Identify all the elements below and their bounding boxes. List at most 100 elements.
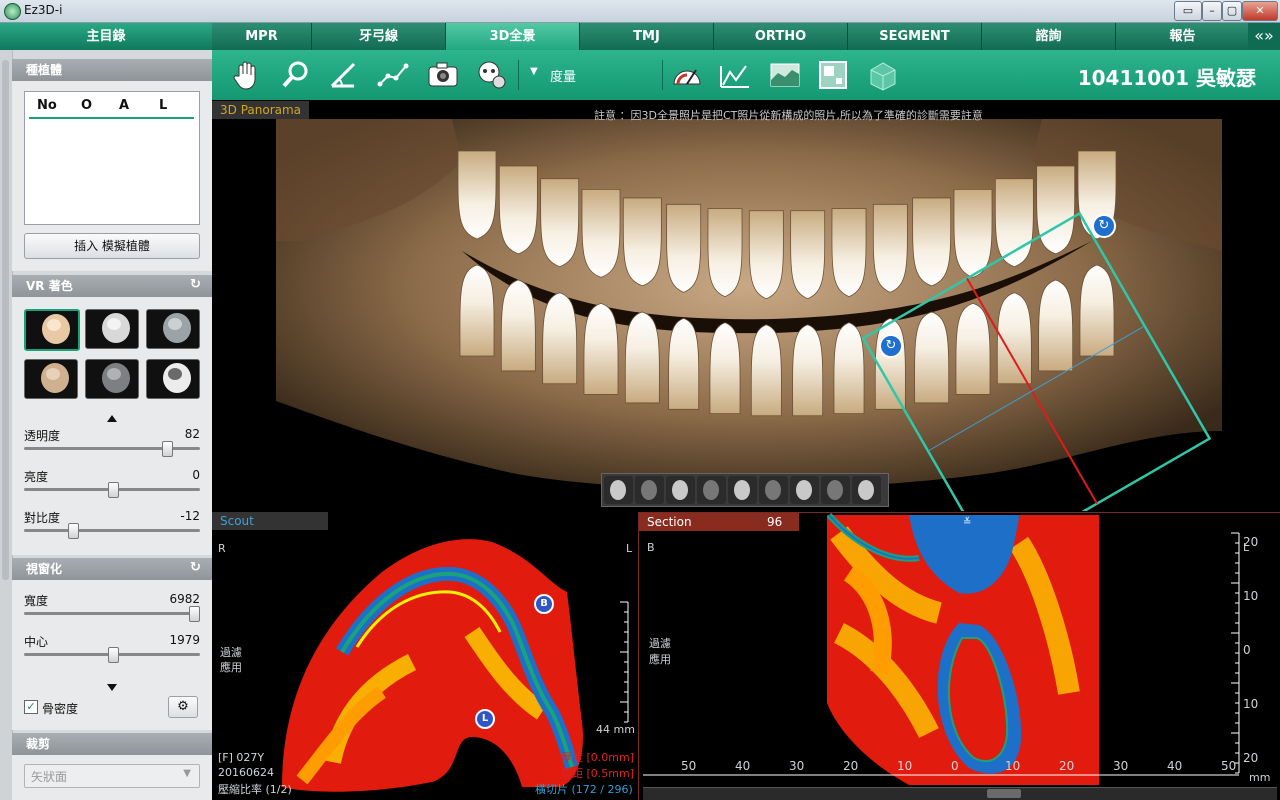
crop-section: 矢狀面 ▼ xyxy=(12,755,212,800)
section-bottom-tick: 40 xyxy=(735,759,751,773)
tab-3d[interactable]: 3D全景 xyxy=(446,23,580,50)
face-left-icon[interactable] xyxy=(635,476,664,504)
rotate-icon[interactable] xyxy=(852,476,881,504)
face-bottom-icon[interactable] xyxy=(821,476,850,504)
slider-handle[interactable] xyxy=(108,482,119,498)
polyline-icon[interactable] xyxy=(376,58,410,92)
minimize-button[interactable]: – xyxy=(1202,1,1222,21)
tab-overflow-icon[interactable]: «» xyxy=(1248,23,1280,50)
vr-preset-skin-gray[interactable] xyxy=(24,359,78,399)
vr-section-title: VR 著色 xyxy=(26,279,73,293)
implant-col-a[interactable]: A xyxy=(119,98,129,113)
bone-density-settings-icon[interactable]: ⚙ xyxy=(168,696,198,718)
scout-marker-l[interactable]: L xyxy=(475,709,495,729)
face-down-icon[interactable] xyxy=(759,476,788,504)
maximize-button[interactable]: ▢ xyxy=(1222,1,1242,21)
slider-track[interactable] xyxy=(24,529,200,532)
section-right-tick: 10 xyxy=(1243,589,1259,603)
measure-dropdown-icon[interactable]: ▼ xyxy=(530,66,538,77)
grid-icon[interactable] xyxy=(816,58,850,92)
scout-filter-1: 過濾 xyxy=(220,646,242,659)
vr-refresh-icon[interactable]: ↻ xyxy=(190,278,202,291)
vr-preset-skin-color[interactable] xyxy=(24,309,80,351)
window-refresh-icon[interactable]: ↻ xyxy=(190,561,202,574)
scout-info-3: 壓縮比率 (1/2) xyxy=(218,783,292,796)
implant-list[interactable]: No O A L xyxy=(24,91,200,225)
scout-info-1: [F] 027Y xyxy=(218,751,265,764)
section-viewport[interactable]: Section 96 B L 過濾 應用 20 10 0 10 20 50 40 30 20 1… xyxy=(638,512,1280,800)
insert-implant-button[interactable]: 插入 模擬植體 xyxy=(24,233,200,259)
angle-icon[interactable] xyxy=(326,58,360,92)
slider-track[interactable] xyxy=(24,447,200,450)
implant-section-header[interactable]: 種植體 xyxy=(12,59,212,81)
tab-ortho[interactable]: ORTHO xyxy=(714,23,848,50)
face-top-icon[interactable] xyxy=(790,476,819,504)
window-section: 寬度 6982 中心 1979 ✓ 骨密度 ⚙ xyxy=(12,580,212,730)
restore-icon[interactable]: ▭ xyxy=(1174,1,1202,21)
section-unit: mm xyxy=(1249,771,1271,784)
crop-plane-value: 矢狀面 xyxy=(31,770,68,784)
title-bar: Ez3D-i ▭ – ▢ ✕ xyxy=(0,0,1280,23)
tab-segment[interactable]: SEGMENT xyxy=(848,23,982,50)
vr-preset-bone-dark[interactable] xyxy=(85,359,139,399)
vr-preset-skull-gear[interactable] xyxy=(146,359,200,399)
profile-icon[interactable] xyxy=(768,58,802,92)
scout-filter-2: 應用 xyxy=(220,661,242,674)
view-orientation-bar xyxy=(601,473,889,507)
section-filter-2: 應用 xyxy=(649,653,671,666)
rotate-handle-bottom-icon[interactable]: ↻ xyxy=(879,334,903,358)
crop-section-header[interactable]: 裁剪 xyxy=(12,733,212,755)
section-label: Section xyxy=(639,513,759,531)
scout-marker-b[interactable]: B xyxy=(534,594,554,614)
tab-6[interactable]: 諮詢 xyxy=(982,23,1116,50)
face-right-icon[interactable] xyxy=(666,476,695,504)
toolbar-divider xyxy=(518,60,519,90)
face-up-icon[interactable] xyxy=(728,476,757,504)
main-menu-header[interactable]: 主目錄 xyxy=(0,23,212,50)
slider-handle[interactable] xyxy=(161,441,173,457)
face-back-icon[interactable] xyxy=(697,476,726,504)
vr-section-header[interactable]: VR 著色 ↻ xyxy=(12,275,212,297)
slider-handle[interactable] xyxy=(67,523,79,539)
tab-tmj[interactable]: TMJ xyxy=(580,23,714,50)
vr-preset-bone-gray[interactable] xyxy=(146,309,200,349)
camera-icon[interactable] xyxy=(426,58,460,92)
left-panel: 主目錄 種植體 No O A L 插入 模擬植體 VR 著色 ↻ 透明度 82 亮度… xyxy=(0,23,212,800)
section-image xyxy=(643,513,1240,785)
left-panel-scroll-thumb[interactable] xyxy=(2,60,9,580)
panorama-viewport[interactable]: 3D Panorama 註意 ：因3D全景照片是把CT照片從新構成的照片,所以為… xyxy=(212,101,1280,511)
tab-mpr[interactable]: MPR xyxy=(212,23,312,50)
face-front-icon[interactable] xyxy=(604,476,633,504)
scout-viewport[interactable]: Scout R L 過濾 應用 44 mm [F] 027Y 20160624 … xyxy=(212,512,637,800)
slider-value: 6982 xyxy=(169,592,200,606)
hand-icon[interactable] xyxy=(230,58,264,92)
implant-col-l[interactable]: L xyxy=(159,98,167,113)
window-expand-icon[interactable] xyxy=(107,684,117,691)
close-button[interactable]: ✕ xyxy=(1242,1,1278,21)
vr-preset-bone-xray[interactable] xyxy=(85,309,139,349)
section-right-tick: 20 xyxy=(1243,535,1259,549)
zoom-icon[interactable] xyxy=(278,58,312,92)
section-scrollbar[interactable] xyxy=(643,787,1277,800)
tab-7[interactable]: 報告 xyxy=(1116,23,1250,50)
slider-handle[interactable] xyxy=(188,606,200,622)
head-icon[interactable] xyxy=(474,58,508,92)
implant-col-no[interactable]: No xyxy=(37,98,57,113)
gauge-icon[interactable] xyxy=(670,58,704,92)
measure-label[interactable]: 度量 xyxy=(550,66,576,85)
cube-icon[interactable] xyxy=(866,58,900,92)
tab-1[interactable]: 牙弓線 xyxy=(312,23,446,50)
window-section-title: 視窗化 xyxy=(26,562,63,576)
slider-track[interactable] xyxy=(24,612,200,615)
section-right-tick: 0 xyxy=(1243,643,1251,657)
slider-handle[interactable] xyxy=(108,647,119,663)
bone-density-checkbox[interactable]: ✓ xyxy=(24,700,38,714)
section-right-tick: 20 xyxy=(1243,751,1259,765)
implant-col-o[interactable]: O xyxy=(81,98,92,113)
rotate-handle-top-icon[interactable]: ↻ xyxy=(1092,214,1116,238)
histogram-icon[interactable] xyxy=(718,58,752,92)
crop-plane-select[interactable]: 矢狀面 ▼ xyxy=(24,764,200,788)
window-section-header[interactable]: 視窗化 ↻ xyxy=(12,558,212,580)
vr-collapse-icon[interactable] xyxy=(107,415,117,422)
section-scroll-thumb[interactable] xyxy=(987,789,1021,798)
